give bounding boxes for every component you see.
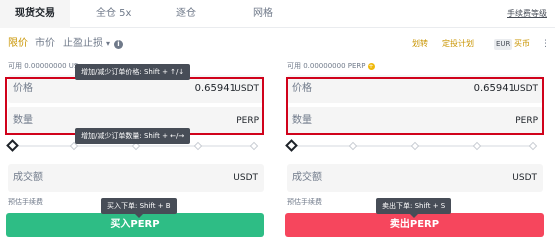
sell-total-label: 成交额 bbox=[292, 172, 322, 183]
buy-fee-estimate: 预估手续费 bbox=[8, 198, 43, 206]
buy-total-input[interactable]: 成交额 USDT bbox=[8, 164, 264, 192]
buy-total-label: 成交额 bbox=[13, 172, 43, 183]
order-type-stop-label: 止盈止损 bbox=[63, 38, 103, 49]
sell-total-unit: USDT bbox=[512, 173, 537, 183]
transfer-link[interactable]: 划转 bbox=[412, 34, 428, 54]
slider-stop-75[interactable] bbox=[472, 141, 482, 151]
slider-stop-100[interactable] bbox=[249, 141, 259, 151]
more-options-icon[interactable]: ⋮ bbox=[541, 34, 550, 54]
order-type-stop-dropdown[interactable]: 止盈止损 ▾ bbox=[63, 34, 110, 54]
tab-isolated-margin[interactable]: 逐仓 bbox=[176, 0, 196, 28]
buy-crypto-link[interactable]: 买币 bbox=[514, 34, 530, 54]
buy-shortcut-tooltip: 买入下单: Shift + B bbox=[101, 198, 177, 218]
recurring-plan-link[interactable]: 定投计划 bbox=[442, 34, 474, 54]
slider-stop-25[interactable] bbox=[348, 141, 358, 151]
buy-total-unit: USDT bbox=[233, 173, 258, 183]
currency-badge: EUR bbox=[494, 39, 513, 50]
sell-amount-slider[interactable] bbox=[285, 139, 538, 152]
add-funds-icon[interactable]: + bbox=[367, 62, 375, 70]
buy-fields-highlight bbox=[5, 77, 264, 135]
sell-fee-estimate: 预估手续费 bbox=[287, 198, 322, 206]
quantity-shortcut-tooltip: 增加/减少订单数量: Shift + ←/→ bbox=[75, 128, 191, 144]
trade-mode-tabs: 现货交易 全仓 5x 逐仓 网格 手续费等级 bbox=[0, 0, 555, 28]
slider-handle[interactable] bbox=[6, 139, 19, 152]
sell-available-balance: 可用 0.00000000 PERP + bbox=[287, 60, 375, 72]
slider-stop-75[interactable] bbox=[193, 141, 203, 151]
slider-stop-100[interactable] bbox=[528, 141, 538, 151]
sell-total-input[interactable]: 成交额 USDT bbox=[287, 164, 543, 192]
info-icon[interactable]: i bbox=[114, 40, 123, 49]
order-type-limit[interactable]: 限价 bbox=[8, 34, 28, 54]
sell-fields-highlight bbox=[286, 77, 544, 135]
tab-spot[interactable]: 现货交易 bbox=[0, 0, 70, 28]
slider-stop-50[interactable] bbox=[410, 141, 420, 151]
sell-shortcut-tooltip: 卖出下单: Shift + S bbox=[376, 198, 452, 218]
chevron-down-icon: ▾ bbox=[106, 39, 111, 48]
tab-grid[interactable]: 网格 bbox=[253, 0, 273, 28]
buy-available-balance: 可用 0.00000000 US bbox=[8, 62, 79, 70]
tab-cross-margin[interactable]: 全仓 5x bbox=[96, 0, 131, 28]
order-type-market[interactable]: 市价 bbox=[35, 34, 55, 54]
fee-level-link[interactable]: 手续费等级 bbox=[507, 0, 547, 28]
price-shortcut-tooltip: 增加/减少订单价格: Shift + ↑/↓ bbox=[75, 64, 191, 80]
sell-available-text: 可用 0.00000000 PERP bbox=[287, 62, 366, 70]
slider-handle[interactable] bbox=[285, 139, 298, 152]
